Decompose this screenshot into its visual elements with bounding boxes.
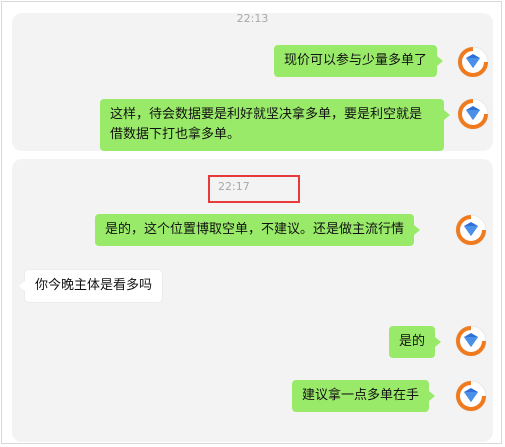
message-text: 你今晚主体是看多吗 bbox=[35, 278, 153, 293]
message-text: 是的 bbox=[399, 334, 426, 349]
chat-window: 22:13 现价可以参与少量多单了 这样，待会数据要是利好就坚决拿多单，要是利空… bbox=[1, 1, 502, 444]
avatar[interactable] bbox=[455, 325, 487, 357]
message-text: 现价可以参与少量多单了 bbox=[284, 53, 428, 68]
avatar[interactable] bbox=[457, 98, 489, 130]
chat-panel-bottom: 22:17 是的，这个位置博取空单，不建议。还是做主流行情 你今晚主体是看多吗 … bbox=[12, 159, 493, 442]
avatar[interactable] bbox=[455, 380, 487, 412]
message-text: 这样，待会数据要是利好就坚决拿多单，要是利空就是借数据下打也拿多单。 bbox=[110, 107, 423, 142]
avatar-logo-icon bbox=[455, 325, 487, 357]
avatar[interactable] bbox=[455, 214, 487, 246]
timestamp: 22:13 bbox=[236, 12, 269, 25]
chat-panel-top: 22:13 现价可以参与少量多单了 这样，待会数据要是利好就坚决拿多单，要是利空… bbox=[12, 13, 493, 151]
message-bubble-sent[interactable]: 是的，这个位置博取空单，不建议。还是做主流行情 bbox=[95, 214, 421, 246]
avatar-logo-icon bbox=[457, 46, 489, 78]
message-bubble-sent[interactable]: 现价可以参与少量多单了 bbox=[274, 45, 444, 77]
message-bubble-sent[interactable]: 是的 bbox=[389, 326, 442, 358]
message-text: 建议拿一点多单在手 bbox=[302, 388, 420, 403]
message-bubble-received[interactable]: 你今晚主体是看多吗 bbox=[18, 270, 163, 302]
avatar-logo-icon bbox=[455, 214, 487, 246]
message-bubble-sent[interactable]: 这样，待会数据要是利好就坚决拿多单，要是利空就是借数据下打也拿多单。 bbox=[100, 99, 450, 151]
message-bubble-sent[interactable]: 建议拿一点多单在手 bbox=[292, 380, 436, 412]
avatar-logo-icon bbox=[457, 98, 489, 130]
message-text: 是的，这个位置博取空单，不建议。还是做主流行情 bbox=[105, 222, 405, 237]
avatar[interactable] bbox=[457, 46, 489, 78]
timestamp: 22:17 bbox=[218, 180, 250, 193]
avatar-logo-icon bbox=[455, 380, 487, 412]
